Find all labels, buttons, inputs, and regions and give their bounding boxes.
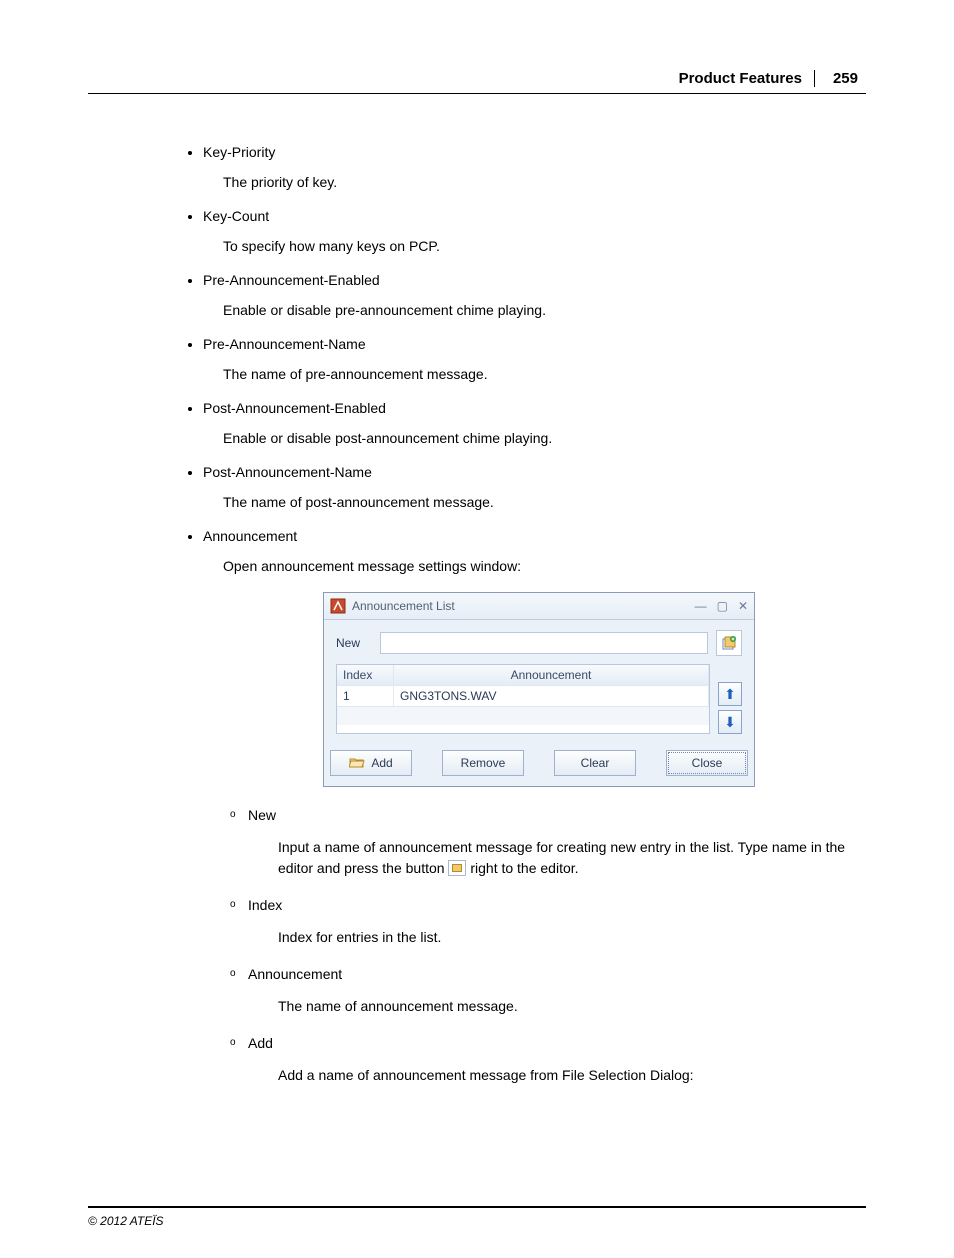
subitem-title: Announcement [248,966,866,982]
clear-button-label: Clear [581,756,610,770]
new-name-input[interactable] [380,632,708,654]
minimize-icon[interactable]: — [695,599,707,613]
item-desc: The priority of key. [223,174,866,190]
subitem-desc: Index for entries in the list. [278,927,866,948]
add-file-inline-icon [448,860,466,876]
item-title: Key-Priority [203,144,866,160]
add-button[interactable]: Add [330,750,412,776]
add-button-label: Add [371,756,392,770]
feature-list: Key-Priority The priority of key. Key-Co… [88,144,866,1086]
header-page-number: 259 [815,70,866,87]
move-down-button[interactable]: ⬇ [718,710,742,734]
page-footer: © 2012 ATEÏS [88,1206,866,1228]
remove-button[interactable]: Remove [442,750,524,776]
subitem-desc: Add a name of announcement message from … [278,1065,866,1086]
add-file-icon [721,635,737,651]
item-desc: The name of post-announcement message. [223,494,866,510]
announcement-list-dialog: Announcement List — ▢ ✕ New [323,592,755,787]
subitem-desc: Input a name of announcement message for… [278,837,866,879]
item-title: Pre-Announcement-Name [203,336,866,352]
page-header: Product Features 259 [88,70,866,94]
item-desc: Enable or disable pre-announcement chime… [223,302,866,318]
close-button-label: Close [692,756,723,770]
folder-open-icon [349,756,365,771]
add-entry-button[interactable] [716,630,742,656]
cell-index: 1 [337,686,394,706]
arrow-down-icon: ⬇ [724,714,736,731]
close-button[interactable]: Close [666,750,748,776]
item-desc: Open announcement message settings windo… [223,558,866,574]
bullet-circle-icon: o [230,809,236,820]
subitem-title: New [248,807,866,823]
clear-button[interactable]: Clear [554,750,636,776]
bullet-circle-icon: o [230,1037,236,1048]
col-index-header[interactable]: Index [337,665,394,685]
bullet-circle-icon: o [230,968,236,979]
subitem-title: Index [248,897,866,913]
arrow-up-icon: ⬆ [724,686,736,703]
move-up-button[interactable]: ⬆ [718,682,742,706]
new-label: New [336,636,372,650]
cell-announcement: GNG3TONS.WAV [394,686,709,706]
table-row[interactable]: 1 GNG3TONS.WAV [337,686,709,707]
item-desc: To specify how many keys on PCP. [223,238,866,254]
app-icon [330,598,346,614]
subitem-title: Add [248,1035,866,1051]
item-title: Pre-Announcement-Enabled [203,272,866,288]
announcement-table: Index Announcement 1 GNG3TONS.WAV [336,664,710,734]
item-title: Post-Announcement-Enabled [203,400,866,416]
maximize-icon[interactable]: ▢ [717,599,728,613]
col-announcement-header[interactable]: Announcement [394,665,709,685]
dialog-titlebar: Announcement List — ▢ ✕ [324,593,754,620]
subitem-desc: The name of announcement message. [278,996,866,1017]
item-title: Post-Announcement-Name [203,464,866,480]
dialog-title: Announcement List [352,599,695,613]
close-icon[interactable]: ✕ [738,599,748,613]
item-title: Announcement [203,528,866,544]
header-section-title: Product Features [679,70,815,87]
item-title: Key-Count [203,208,866,224]
item-desc: Enable or disable post-announcement chim… [223,430,866,446]
bullet-circle-icon: o [230,899,236,910]
copyright-text: © 2012 ATEÏS [88,1214,164,1228]
item-desc: The name of pre-announcement message. [223,366,866,382]
sub-feature-list: o New Input a name of announcement messa… [203,807,866,1086]
remove-button-label: Remove [461,756,506,770]
